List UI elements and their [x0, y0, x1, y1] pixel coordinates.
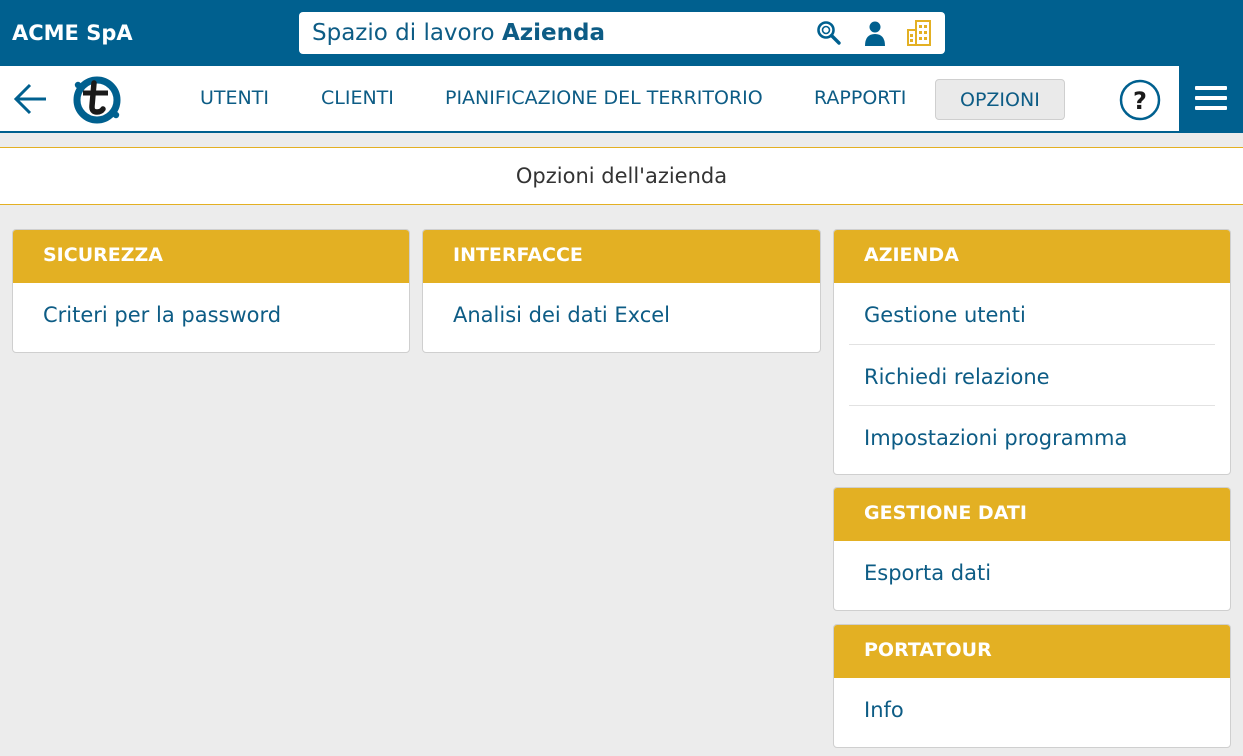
- link-info[interactable]: Info: [834, 678, 1230, 739]
- help-icon[interactable]: ?: [1119, 79, 1161, 121]
- workspace-name: Azienda: [501, 20, 605, 46]
- help-label: ?: [1133, 87, 1147, 115]
- link-gestione-utenti[interactable]: Gestione utenti: [834, 283, 1230, 344]
- nav-item-opzioni[interactable]: OPZIONI: [935, 79, 1065, 120]
- workspace-prefix: Spazio di lavoro: [312, 20, 495, 46]
- link-esporta-dati[interactable]: Esporta dati: [834, 541, 1230, 602]
- page-title-bar: Opzioni dell'azienda: [0, 147, 1243, 205]
- nav-item-clienti[interactable]: CLIENTI: [321, 87, 394, 109]
- app-logo-icon: [73, 76, 121, 124]
- card-portatour: PORTATOUR Info: [833, 624, 1231, 748]
- workspace-selector[interactable]: Spazio di lavoro Azienda: [299, 12, 945, 54]
- user-icon[interactable]: [861, 19, 889, 47]
- link-analisi-excel[interactable]: Analisi dei dati Excel: [423, 283, 820, 344]
- card-header: GESTIONE DATI: [834, 488, 1230, 541]
- card-header: PORTATOUR: [834, 625, 1230, 678]
- hamburger-menu-button[interactable]: [1179, 66, 1243, 131]
- menu-line-icon: [1195, 86, 1227, 90]
- company-name: ACME SpA: [12, 21, 133, 45]
- back-arrow-icon[interactable]: [12, 80, 50, 118]
- card-sicurezza: SICUREZZA Criteri per la password: [12, 229, 410, 353]
- menu-line-icon: [1195, 106, 1227, 110]
- nav-item-utenti[interactable]: UTENTI: [200, 87, 269, 109]
- nav-item-pianificazione[interactable]: PIANIFICAZIONE DEL TERRITORIO: [445, 87, 763, 109]
- card-header: AZIENDA: [834, 230, 1230, 283]
- nav-item-rapporti[interactable]: RAPPORTI: [814, 87, 906, 109]
- card-interfacce: INTERFACCE Analisi dei dati Excel: [422, 229, 821, 353]
- top-bar: ACME SpA Spazio di lavoro Azienda: [0, 0, 1243, 66]
- link-impostazioni-programma[interactable]: Impostazioni programma: [849, 405, 1215, 466]
- workspace-label: Spazio di lavoro Azienda: [312, 20, 605, 46]
- link-criteri-password[interactable]: Criteri per la password: [13, 283, 409, 344]
- card-azienda: AZIENDA Gestione utenti Richiedi relazio…: [833, 229, 1231, 475]
- nav-bar: UTENTI CLIENTI PIANIFICAZIONE DEL TERRIT…: [0, 66, 1243, 133]
- card-header: SICUREZZA: [13, 230, 409, 283]
- link-richiedi-relazione[interactable]: Richiedi relazione: [849, 344, 1215, 405]
- building-icon[interactable]: [905, 19, 933, 47]
- menu-line-icon: [1195, 96, 1227, 100]
- card-gestione-dati: GESTIONE DATI Esporta dati: [833, 487, 1231, 611]
- page-title: Opzioni dell'azienda: [515, 164, 728, 188]
- card-header: INTERFACCE: [423, 230, 820, 283]
- search-icon[interactable]: [815, 19, 843, 47]
